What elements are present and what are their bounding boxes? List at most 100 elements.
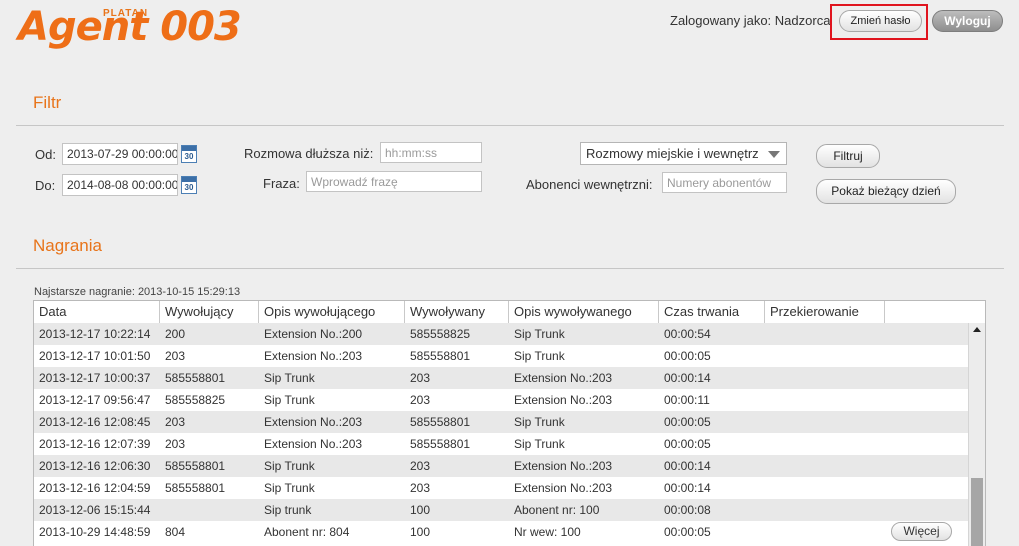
cell-callee-description: Sip Trunk bbox=[514, 437, 565, 451]
cell-date: 2013-12-16 12:07:39 bbox=[39, 437, 151, 451]
column-header-callee[interactable]: Wywoływany bbox=[405, 301, 509, 323]
logged-in-user: Zalogowany jako: Nadzorca bbox=[670, 13, 831, 28]
cell-callee: 203 bbox=[410, 481, 431, 495]
cell-redirection bbox=[765, 521, 885, 543]
filter-divider bbox=[16, 125, 1004, 126]
cell-callee: 585558801 bbox=[410, 415, 471, 429]
cell-caller-description: Sip Trunk bbox=[264, 481, 315, 495]
call-type-select[interactable]: Rozmowy miejskie i wewnętrz bbox=[580, 142, 787, 165]
recordings-divider bbox=[16, 268, 1004, 269]
cell-duration: 00:00:05 bbox=[664, 437, 711, 451]
table-row[interactable]: 2013-12-16 12:07:39 203 Extension No.:203 5… bbox=[34, 433, 968, 455]
cell-callee-description: Extension No.:203 bbox=[514, 459, 613, 473]
column-header-duration[interactable]: Czas trwania bbox=[659, 301, 765, 323]
scrollbar-thumb[interactable] bbox=[971, 478, 983, 546]
cell-caller-description: Sip Trunk bbox=[264, 371, 315, 385]
cell-duration: 00:00:08 bbox=[664, 503, 711, 517]
cell-date: 2013-12-17 10:01:50 bbox=[39, 349, 151, 363]
cell-duration: 00:00:05 bbox=[664, 349, 711, 363]
more-button[interactable]: Więcej bbox=[891, 522, 952, 541]
cell-caller: 585558801 bbox=[165, 371, 226, 385]
to-date-input[interactable]: 2014-08-08 00:00:00 bbox=[62, 174, 178, 196]
table-row[interactable]: 2013-10-29 14:48:59 804 Abonent nr: 804 100… bbox=[34, 521, 968, 543]
cell-caller: 804 bbox=[165, 525, 186, 539]
cell-duration: 00:00:05 bbox=[664, 525, 711, 539]
table-row[interactable]: 2013-12-17 10:01:50 203 Extension No.:203 5… bbox=[34, 345, 968, 367]
cell-callee: 585558801 bbox=[410, 349, 471, 363]
cell-duration: 00:00:11 bbox=[664, 393, 710, 407]
cell-duration: 00:00:54 bbox=[664, 327, 711, 341]
cell-callee: 203 bbox=[410, 371, 431, 385]
table-row[interactable]: 2013-12-16 12:06:30 585558801 Sip Trunk 203… bbox=[34, 455, 968, 477]
duration-input[interactable]: hh:mm:ss bbox=[380, 142, 482, 163]
cell-callee: 203 bbox=[410, 459, 431, 473]
show-today-button[interactable]: Pokaż bieżący dzień bbox=[816, 179, 956, 204]
scroll-up-arrow-icon[interactable] bbox=[973, 327, 981, 332]
column-header-date[interactable]: Data bbox=[34, 301, 160, 323]
cell-duration: 00:00:14 bbox=[664, 459, 711, 473]
calendar-icon[interactable]: 30 bbox=[181, 176, 197, 194]
cell-caller: 585558801 bbox=[165, 481, 226, 495]
phrase-input[interactable]: Wprowadź frazę bbox=[306, 171, 482, 192]
cell-date: 2013-12-16 12:04:59 bbox=[39, 481, 151, 495]
column-header-caller[interactable]: Wywołujący bbox=[160, 301, 259, 323]
calendar-icon[interactable]: 30 bbox=[181, 145, 197, 163]
recordings-section-title: Nagrania bbox=[33, 236, 102, 255]
cell-callee-description: Extension No.:203 bbox=[514, 393, 613, 407]
chevron-down-icon bbox=[768, 151, 780, 158]
cell-duration: 00:00:14 bbox=[664, 371, 711, 385]
cell-caller: 585558801 bbox=[165, 459, 226, 473]
cell-duration: 00:00:14 bbox=[664, 481, 711, 495]
table-row[interactable]: 2013-12-17 10:00:37 585558801 Sip Trunk 203… bbox=[34, 367, 968, 389]
cell-caller-description: Abonent nr: 804 bbox=[264, 525, 350, 539]
column-header-redirection[interactable]: Przekierowanie bbox=[765, 301, 885, 323]
cell-redirection bbox=[765, 367, 885, 389]
call-type-value: Rozmowy miejskie i wewnętrz bbox=[586, 146, 759, 161]
calendar-icon-day: 30 bbox=[184, 183, 194, 192]
cell-callee: 100 bbox=[410, 503, 431, 517]
table-row[interactable]: 2013-12-17 10:22:14 200 Extension No.:200 5… bbox=[34, 323, 968, 345]
cell-caller: 200 bbox=[165, 327, 186, 341]
cell-caller-description: Sip Trunk bbox=[264, 459, 315, 473]
from-date-input[interactable]: 2013-07-29 00:00:00 bbox=[62, 143, 178, 165]
calendar-icon-day: 30 bbox=[184, 152, 194, 161]
cell-callee-description: Sip Trunk bbox=[514, 327, 565, 341]
cell-caller-description: Sip trunk bbox=[264, 503, 312, 517]
cell-redirection bbox=[765, 455, 885, 477]
filter-button[interactable]: Filtruj bbox=[816, 144, 880, 168]
table-row[interactable]: 2013-12-17 09:56:47 585558825 Sip Trunk 203… bbox=[34, 389, 968, 411]
cell-caller-description: Extension No.:200 bbox=[264, 327, 363, 341]
cell-callee-description: Abonent nr: 100 bbox=[514, 503, 600, 517]
column-header-callee-description[interactable]: Opis wywoływanego bbox=[509, 301, 659, 323]
internal-subscribers-input[interactable]: Numery abonentów bbox=[662, 172, 787, 193]
cell-callee: 585558801 bbox=[410, 437, 471, 451]
cell-callee: 585558825 bbox=[410, 327, 471, 341]
cell-redirection bbox=[765, 389, 885, 411]
cell-date: 2013-12-16 12:06:30 bbox=[39, 459, 151, 473]
cell-callee-description: Extension No.:203 bbox=[514, 371, 613, 385]
table-row[interactable]: 2013-12-16 12:08:45 203 Extension No.:203 5… bbox=[34, 411, 968, 433]
cell-caller-description: Extension No.:203 bbox=[264, 437, 363, 451]
duration-label: Rozmowa dłuższa niż: bbox=[244, 146, 374, 161]
vertical-scrollbar[interactable] bbox=[968, 323, 985, 546]
cell-callee: 203 bbox=[410, 393, 431, 407]
cell-date: 2013-12-16 12:08:45 bbox=[39, 415, 151, 429]
cell-callee-description: Nr wew: 100 bbox=[514, 525, 581, 539]
cell-caller-description: Extension No.:203 bbox=[264, 349, 363, 363]
table-row[interactable]: 2013-12-06 15:15:44 Sip trunk 100 Abonent n… bbox=[34, 499, 968, 521]
logout-button[interactable]: Wyloguj bbox=[932, 10, 1003, 32]
from-label: Od: bbox=[35, 147, 56, 162]
cell-duration: 00:00:05 bbox=[664, 415, 711, 429]
table-row[interactable]: 2013-12-16 12:04:59 585558801 Sip Trunk 203… bbox=[34, 477, 968, 499]
cell-caller: 203 bbox=[165, 415, 186, 429]
column-header-caller-description[interactable]: Opis wywołującego bbox=[259, 301, 405, 323]
cell-redirection bbox=[765, 411, 885, 433]
table-header: Data Wywołujący Opis wywołującego Wywoły… bbox=[34, 301, 985, 324]
internal-subscribers-label: Abonenci wewnętrzni: bbox=[526, 177, 653, 192]
cell-redirection bbox=[765, 345, 885, 367]
cell-date: 2013-12-17 10:22:14 bbox=[39, 327, 151, 341]
cell-callee-description: Sip Trunk bbox=[514, 415, 565, 429]
change-password-button[interactable]: Zmień hasło bbox=[839, 10, 922, 32]
cell-date: 2013-12-06 15:15:44 bbox=[39, 503, 151, 517]
logo: Agent 003 bbox=[18, 4, 242, 50]
